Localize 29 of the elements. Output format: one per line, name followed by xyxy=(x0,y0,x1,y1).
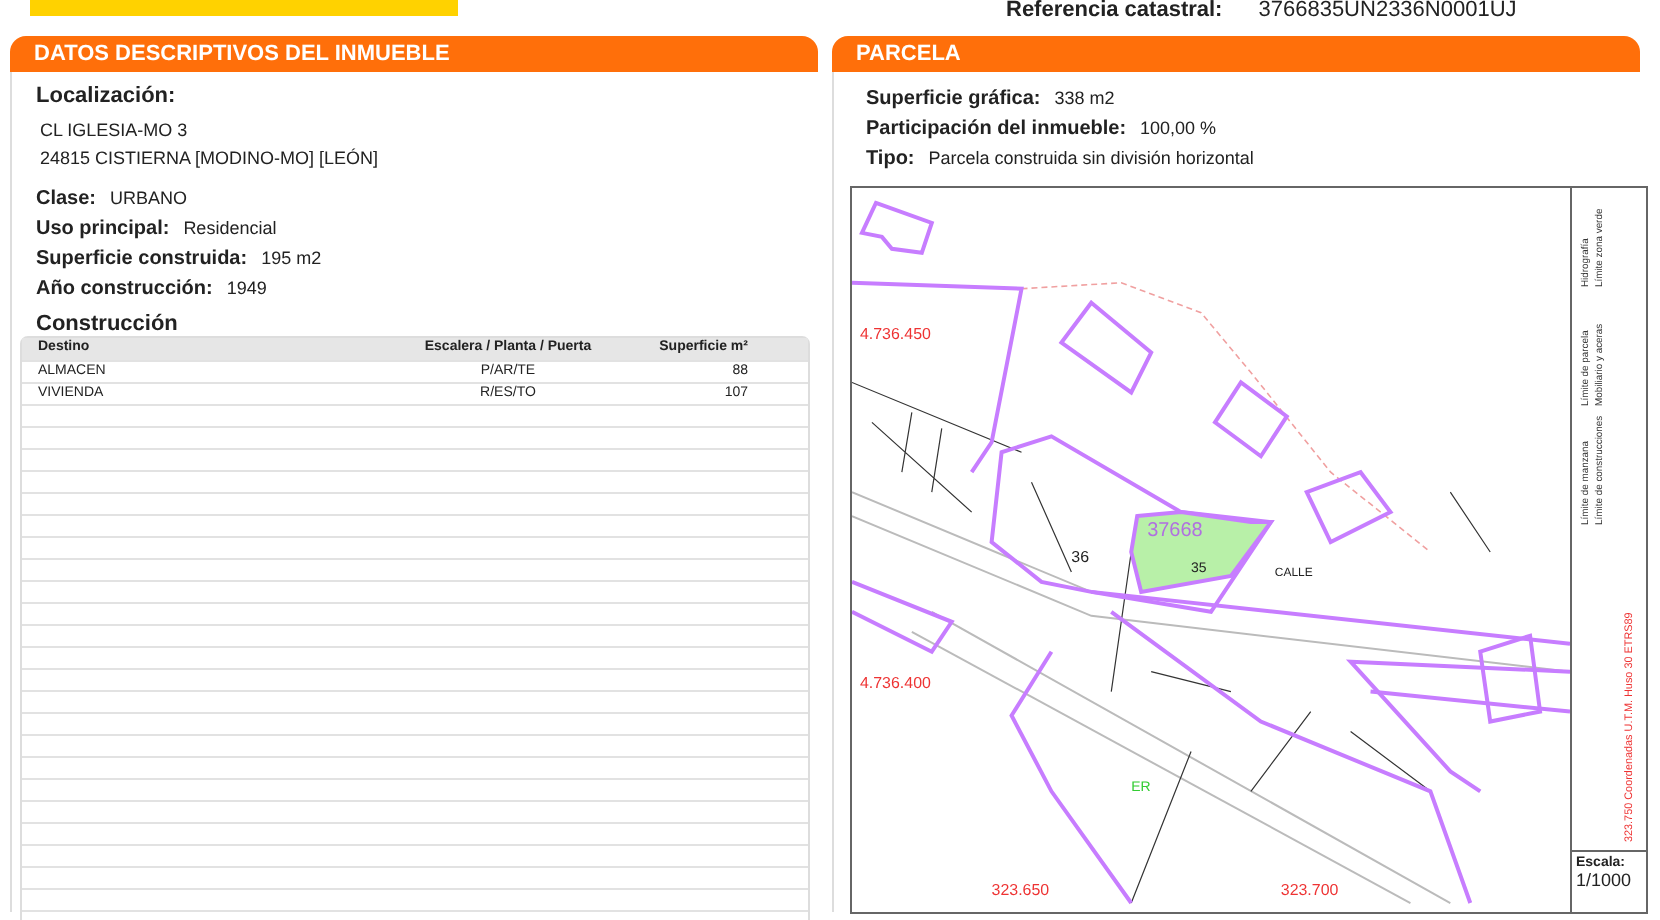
field-label: Año construcción: xyxy=(36,276,213,304)
field-label: Tipo: xyxy=(866,146,915,174)
location-label: Localización: xyxy=(36,84,178,108)
coordinate-label: 323.650 xyxy=(991,881,1050,900)
field-label: Superficie gráfica: xyxy=(866,86,1041,114)
coordinate-label: 4.736.400 xyxy=(860,673,931,692)
field-label: Uso principal: xyxy=(36,216,170,244)
field-value: 1949 xyxy=(226,276,267,302)
field-value: Residencial xyxy=(183,216,277,242)
reference-label: Referencia catastral: xyxy=(1006,0,1223,22)
field-value: Parcela construida sin división horizontal xyxy=(928,146,1254,172)
field-value: 338 m2 xyxy=(1054,86,1115,112)
address-line: CL IGLESIA-MO 3 xyxy=(38,118,190,144)
section-header: DATOS DESCRIPTIVOS DEL INMUEBLE xyxy=(10,36,818,72)
scale-value: 1/1000 xyxy=(1576,870,1634,890)
parcel-reference: 37668 xyxy=(1147,520,1203,543)
field-label: Superficie construida: xyxy=(36,246,248,274)
section-subtitle: Construcción xyxy=(36,312,180,336)
reference-value: 3766835UN2336N0001UJ xyxy=(1258,0,1517,22)
field-label: Participación del inmueble: xyxy=(866,116,1127,144)
field-value: URBANO xyxy=(110,186,188,212)
field-label: Clase: xyxy=(36,186,97,214)
section-header: PARCELA xyxy=(832,36,1640,72)
field-value: 195 m2 xyxy=(261,246,322,272)
coordinate-label: 4.736.450 xyxy=(860,324,931,343)
block-number: 36 xyxy=(1071,547,1090,566)
address-line: 24815 CISTIERNA [MODINO-MO] [LEÓN] xyxy=(38,146,381,172)
field-value: 100,00 % xyxy=(1140,116,1217,142)
coordinate-label: 323.700 xyxy=(1280,881,1339,900)
